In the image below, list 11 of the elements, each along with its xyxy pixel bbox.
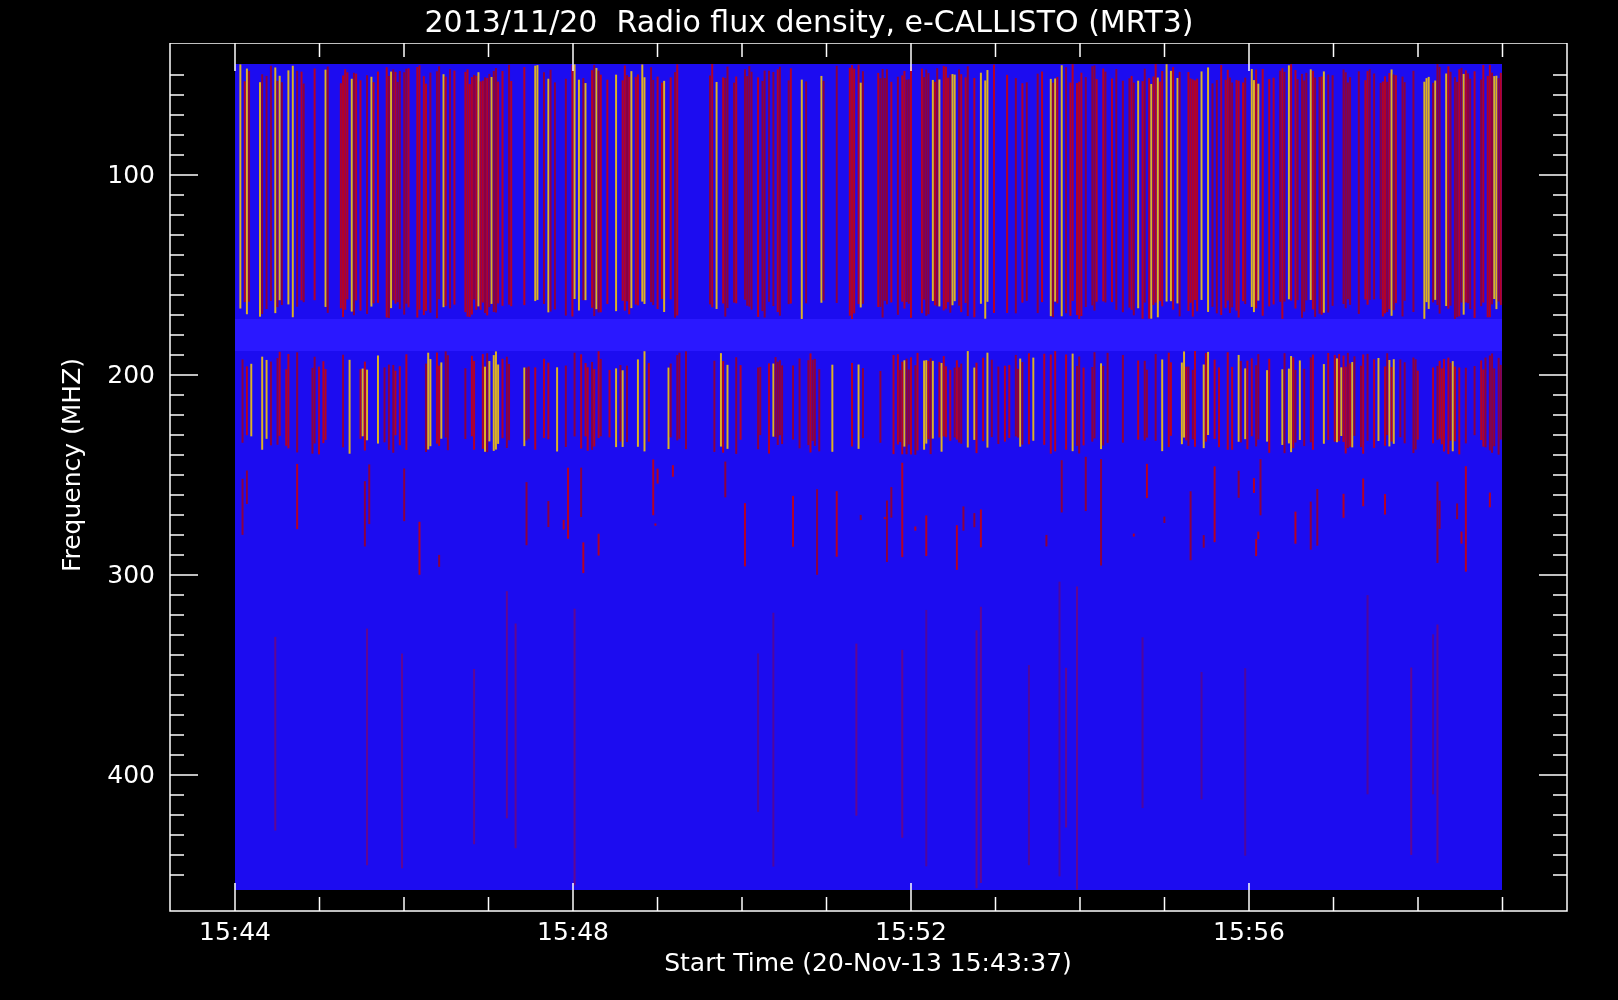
x-tick-label: 15:48 [537,917,609,947]
chart-title: 2013/11/20 Radio flux density, e-CALLISTO (MRT3) [424,3,1194,40]
y-tick-label: 400 [107,760,155,790]
x-axis-label: Start Time (20-Nov-13 15:43:37) [664,948,1072,978]
x-tick-label: 15:56 [1213,917,1285,947]
x-tick-label: 15:52 [875,917,947,947]
x-tick-label: 15:44 [199,917,271,947]
y-tick-label: 200 [107,360,155,390]
y-tick-label: 300 [107,560,155,590]
y-tick-label: 100 [107,160,155,190]
y-axis-label: Frequency (MHZ) [57,357,87,573]
